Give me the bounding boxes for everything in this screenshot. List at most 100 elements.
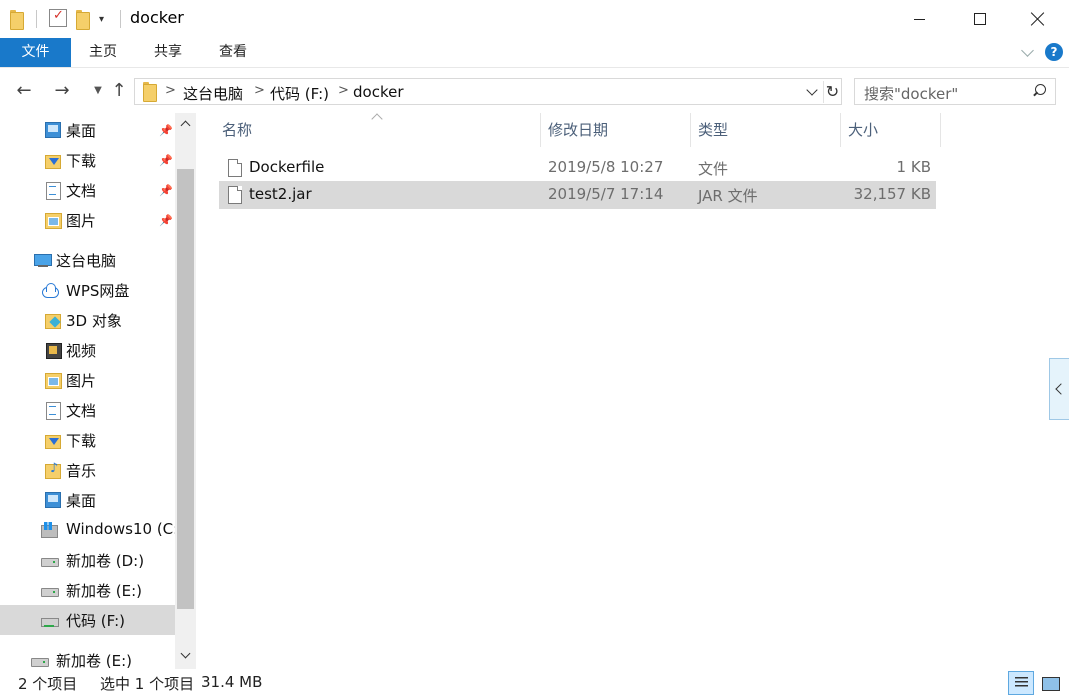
selection-size: 31.4 MB [201, 673, 263, 691]
nav-item-drive-c[interactable]: Windows10 (C:) [0, 515, 175, 545]
nav-item-label: 3D 对象 [66, 312, 122, 330]
address-dropdown-chevron-icon[interactable] [805, 80, 821, 104]
breadcrumb-drive-f[interactable]: 代码 (F:) [270, 83, 329, 104]
preview-pane-chevron-icon[interactable] [1049, 358, 1069, 420]
nav-item-videos[interactable]: 视频 [0, 335, 175, 365]
new-folder-icon[interactable] [76, 9, 90, 30]
tab-home[interactable]: 主页 [71, 38, 135, 67]
nav-item-label: 图片 [66, 372, 97, 390]
refresh-icon[interactable]: ↻ [823, 81, 841, 103]
file-list: 名称 修改日期 类型 大小 Dockerfile 2019/5/8 10:27 … [196, 113, 1048, 669]
search-box[interactable]: 搜索"docker" [854, 78, 1056, 105]
nav-item-desktop[interactable]: 桌面 [0, 485, 175, 515]
3d-objects-icon [45, 312, 61, 329]
pictures-icon [45, 212, 62, 229]
file-name: Dockerfile [249, 158, 325, 176]
file-row[interactable]: Dockerfile 2019/5/8 10:27 文件 1 KB [219, 154, 936, 182]
properties-icon[interactable]: ✓ [49, 8, 67, 27]
nav-item-label: 新加卷 (D:) [66, 552, 145, 570]
selection-count: 选中 1 个项目 [100, 675, 195, 693]
nav-item-wps-cloud[interactable]: WPS网盘 [0, 275, 175, 305]
scrollbar-thumb[interactable] [177, 169, 194, 609]
up-button[interactable]: ↑ [107, 80, 131, 102]
navigation-scrollbar[interactable] [175, 113, 196, 669]
file-type: 文件 [698, 160, 729, 178]
file-icon [228, 186, 242, 204]
nav-item-drive-f[interactable]: 代码 (F:) [0, 605, 175, 635]
scroll-down-chevron-icon[interactable] [175, 645, 196, 669]
column-divider[interactable] [940, 113, 941, 147]
close-button[interactable] [1015, 0, 1061, 38]
search-icon [1031, 83, 1047, 99]
nav-item-label: 桌面 [66, 492, 97, 510]
minimize-button[interactable] [896, 0, 942, 38]
customize-qa-chevron-icon[interactable]: ▾ [99, 9, 104, 29]
column-divider[interactable] [840, 113, 841, 147]
folder-icon [143, 82, 157, 102]
nav-item-pictures[interactable]: 图片 [0, 365, 175, 395]
column-header-date[interactable]: 修改日期 [548, 113, 608, 147]
divider [120, 10, 121, 28]
music-icon [45, 461, 61, 479]
nav-item-downloads[interactable]: 下载 📌 [0, 145, 175, 175]
file-row[interactable]: test2.jar 2019/5/7 17:14 JAR 文件 32,157 K… [219, 181, 936, 209]
file-size: 32,157 KB [853, 185, 931, 203]
nav-item-desktop[interactable]: 桌面 📌 [0, 115, 175, 145]
nav-item-music[interactable]: 音乐 [0, 455, 175, 485]
nav-item-drive-e[interactable]: 新加卷 (E:) [0, 575, 175, 605]
pin-icon: 📌 [159, 184, 173, 197]
breadcrumb-docker[interactable]: docker [353, 83, 404, 101]
nav-item-label: 代码 (F:) [66, 612, 125, 630]
column-divider[interactable] [690, 113, 691, 147]
details-view-icon[interactable] [1008, 671, 1034, 695]
large-icons-view-icon[interactable] [1037, 671, 1063, 695]
tab-file[interactable]: 文件 [0, 38, 71, 67]
nav-item-label: 新加卷 (E:) [66, 582, 143, 600]
title-bar: ✓ ▾ docker [0, 0, 1069, 38]
sort-ascending-icon [371, 113, 383, 125]
nav-item-label: 图片 [66, 212, 97, 230]
drive-icon [41, 552, 59, 568]
forward-button[interactable]: → [50, 80, 74, 102]
nav-item-label: 这台电脑 [56, 252, 117, 270]
column-divider[interactable] [540, 113, 541, 147]
desktop-icon [45, 122, 61, 138]
breadcrumb-this-pc[interactable]: 这台电脑 [183, 83, 243, 104]
download-icon [45, 432, 61, 449]
documents-icon [45, 182, 61, 200]
item-count: 2 个项目 [18, 675, 78, 693]
file-size: 1 KB [896, 158, 931, 176]
nav-item-label: 文档 [66, 402, 97, 420]
file-icon [228, 159, 242, 177]
file-date: 2019/5/7 17:14 [548, 185, 664, 203]
navigation-pane: 桌面 📌 下载 📌 文档 📌 图片 📌 这台电脑 WPS网盘 3D 对象 视频 … [0, 113, 196, 669]
drive-icon [31, 652, 49, 668]
nav-item-3d-objects[interactable]: 3D 对象 [0, 305, 175, 335]
nav-item-pictures[interactable]: 图片 📌 [0, 205, 175, 235]
search-input[interactable]: 搜索"docker" [864, 83, 958, 104]
help-button[interactable]: ? [1045, 43, 1063, 61]
column-header-name[interactable]: 名称 [222, 113, 252, 147]
tab-view[interactable]: 查看 [201, 38, 265, 67]
scroll-up-chevron-icon[interactable] [175, 113, 196, 137]
nav-item-documents[interactable]: 文档 [0, 395, 175, 425]
column-header-size[interactable]: 大小 [848, 113, 878, 147]
nav-item-drive-d[interactable]: 新加卷 (D:) [0, 545, 175, 575]
column-header-type[interactable]: 类型 [698, 113, 728, 147]
ribbon-tabs: 文件 主页 共享 查看 ? [0, 38, 1069, 67]
back-button[interactable]: ← [12, 80, 36, 102]
nav-item-label: 文档 [66, 182, 97, 200]
nav-item-label: 下载 [66, 432, 97, 450]
close-icon [1031, 12, 1045, 26]
expand-ribbon-chevron-icon[interactable] [1020, 44, 1038, 62]
tab-share[interactable]: 共享 [135, 38, 201, 67]
nav-item-this-pc[interactable]: 这台电脑 [0, 245, 175, 275]
nav-item-drive-e-removable[interactable]: 新加卷 (E:) [0, 645, 175, 669]
nav-item-label: 新加卷 (E:) [56, 652, 133, 669]
nav-item-label: WPS网盘 [66, 282, 130, 300]
nav-item-documents[interactable]: 文档 📌 [0, 175, 175, 205]
folder-icon[interactable] [10, 9, 24, 30]
nav-item-downloads[interactable]: 下载 [0, 425, 175, 455]
address-bar[interactable]: > 这台电脑 > 代码 (F:) > docker ↻ [134, 78, 842, 105]
maximize-button[interactable] [957, 0, 1003, 38]
